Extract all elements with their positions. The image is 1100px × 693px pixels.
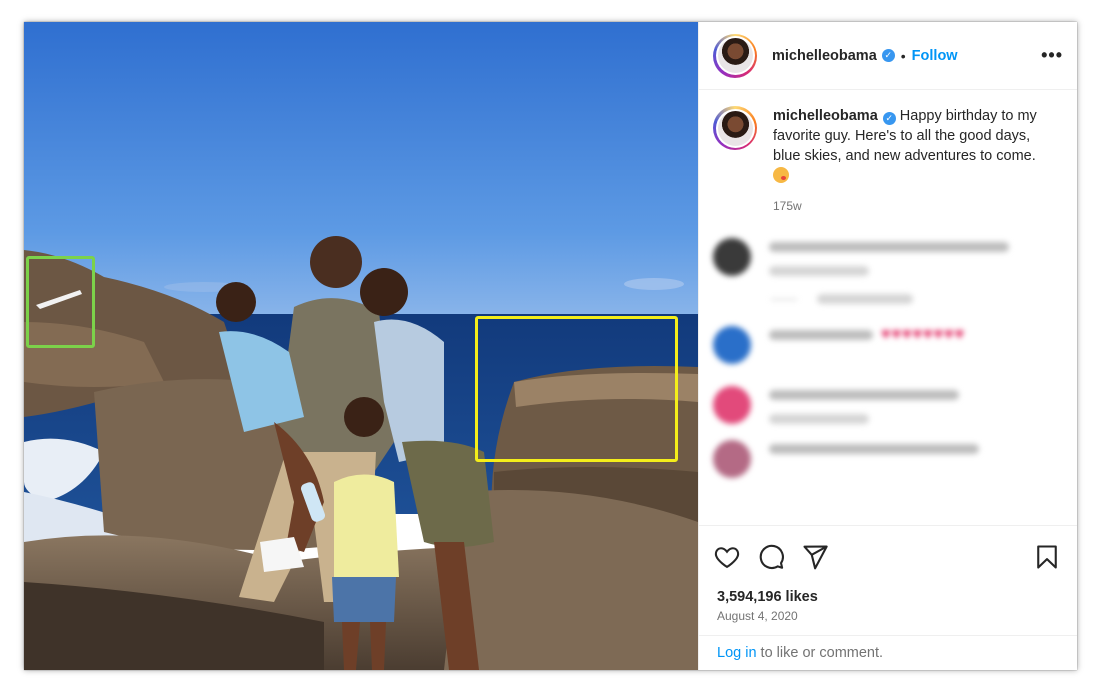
post-side-panel: michelleobama ✓ • Follow ••• michelleoba…	[698, 22, 1077, 670]
comment-meta-blurred	[769, 414, 869, 424]
view-replies[interactable]	[771, 294, 1063, 304]
avatar-image	[717, 38, 753, 73]
post-photo[interactable]	[24, 22, 698, 670]
comment-text-blurred	[769, 330, 873, 340]
caption-avatar[interactable]	[713, 106, 757, 150]
comments-section[interactable]: michelleobama ✓ Happy birthday to my favo…	[699, 90, 1077, 525]
comment-item	[713, 440, 1063, 478]
avatar[interactable]	[713, 33, 757, 78]
comment-item	[713, 386, 1063, 424]
yellow-highlight-box	[475, 316, 678, 462]
post-actions	[699, 525, 1077, 587]
comment-icon[interactable]	[757, 543, 785, 571]
likes-count[interactable]: 3,594,196 likes	[699, 589, 1077, 605]
more-icon[interactable]: •••	[1041, 45, 1063, 66]
hearts-emoji: ♥♥♥♥♥♥♥♥	[881, 326, 965, 343]
bookmark-icon[interactable]	[1033, 543, 1061, 571]
comment-item	[713, 238, 1063, 276]
comment-avatar[interactable]	[713, 326, 751, 364]
separator-dot: •	[900, 47, 906, 64]
comment-avatar[interactable]	[713, 440, 751, 478]
comment-text-blurred	[769, 242, 1009, 252]
caption-username[interactable]: michelleobama	[773, 108, 878, 124]
comment-meta-blurred	[769, 266, 869, 276]
comment-text-blurred	[769, 390, 959, 400]
login-link[interactable]: Log in	[717, 645, 757, 661]
login-prompt: Log in to like or comment.	[699, 635, 1077, 670]
post-header: michelleobama ✓ • Follow •••	[699, 22, 1077, 90]
header-username[interactable]: michelleobama	[772, 48, 877, 64]
instagram-post-card: michelleobama ✓ • Follow ••• michelleoba…	[24, 22, 1077, 670]
comment-avatar[interactable]	[713, 238, 751, 276]
comment-item: ♥♥♥♥♥♥♥♥	[713, 326, 1063, 364]
follow-button[interactable]: Follow	[912, 48, 958, 64]
verified-icon: ✓	[882, 112, 896, 125]
comment-avatar[interactable]	[713, 386, 751, 424]
caption-age[interactable]: 175w	[773, 196, 1043, 216]
kissing-face-emoji-icon	[773, 167, 789, 183]
green-highlight-box	[26, 256, 95, 348]
post-date[interactable]: August 4, 2020	[699, 605, 1077, 623]
heart-icon[interactable]	[713, 543, 741, 571]
login-text: to like or comment.	[760, 645, 884, 661]
comment-text-blurred	[769, 444, 979, 454]
caption: michelleobama ✓ Happy birthday to my favo…	[713, 106, 1063, 216]
share-icon[interactable]	[801, 543, 829, 571]
verified-icon: ✓	[881, 49, 895, 62]
